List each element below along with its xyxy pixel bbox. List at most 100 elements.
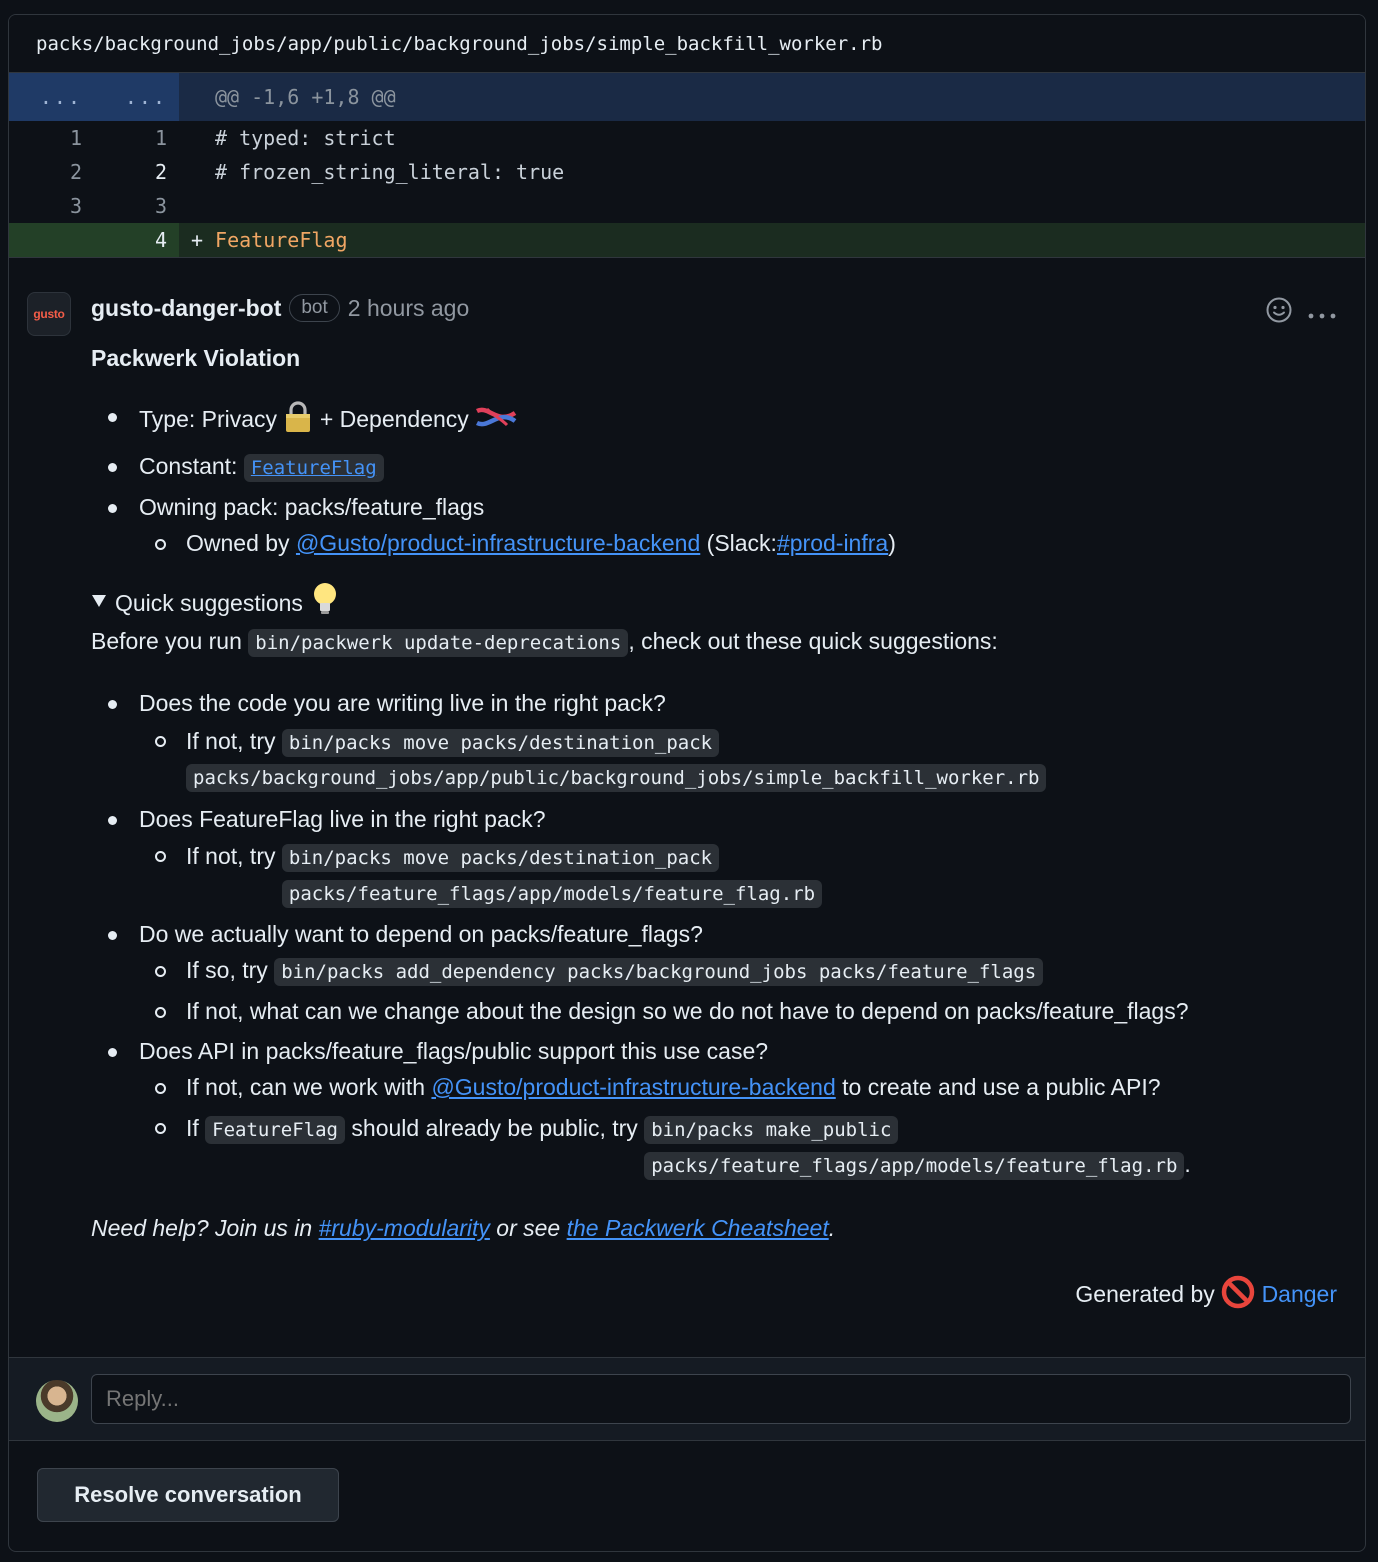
new-line-number[interactable]: 1 bbox=[94, 126, 179, 150]
suggestion-question: Does FeatureFlag live in the right pack? bbox=[139, 805, 546, 832]
list-item: If not, what can we change about the des… bbox=[155, 995, 1337, 1027]
hunk-expand-new[interactable]: ... bbox=[94, 73, 179, 121]
code-snippet: bin/packwerk update-deprecations bbox=[248, 629, 629, 658]
slack-suffix: ) bbox=[888, 529, 896, 556]
diff-line: 3 3 bbox=[9, 189, 1365, 223]
new-line-number[interactable]: 4 bbox=[94, 223, 179, 257]
knot-icon bbox=[475, 403, 517, 439]
quick-suggestions-title: Quick suggestions bbox=[115, 589, 303, 616]
code-snippet: bin/packs add_dependency packs/backgroun… bbox=[274, 958, 1044, 987]
before-prefix: Before you run bbox=[91, 628, 242, 655]
file-path-header[interactable]: packs/background_jobs/app/public/backgro… bbox=[9, 15, 1365, 73]
list-item: Type: Privacy + Dependency bbox=[108, 400, 1337, 442]
comment-header: gusto-danger-bot bot 2 hours ago bbox=[91, 294, 469, 322]
old-line-number[interactable]: 3 bbox=[9, 194, 94, 218]
list-item: Does the code you are writing live in th… bbox=[108, 687, 1337, 795]
suggestion-suffix: . bbox=[1184, 1150, 1191, 1177]
hunk-header: @@ -1,6 +1,8 @@ bbox=[215, 85, 396, 109]
suggestion-question: Do we actually want to depend on packs/f… bbox=[139, 921, 703, 948]
help-middle: or see bbox=[496, 1215, 561, 1242]
no-entry-icon bbox=[1221, 1275, 1255, 1317]
resolve-conversation-button[interactable]: Resolve conversation bbox=[37, 1468, 339, 1522]
triangle-down-icon bbox=[91, 590, 107, 615]
owning-pack: Owning pack: packs/feature_flags bbox=[139, 493, 485, 520]
comment-title: Packwerk Violation bbox=[91, 345, 301, 371]
old-line-number bbox=[9, 223, 94, 257]
list-item: If not, try bin/packs move packs/destina… bbox=[155, 839, 1337, 910]
suggestion-prefix: If so, try bbox=[186, 957, 268, 984]
help-prefix: Need help? Join us in bbox=[91, 1215, 313, 1242]
lightbulb-icon bbox=[311, 581, 339, 625]
old-line-number[interactable]: 2 bbox=[9, 160, 94, 184]
generated-by: Generated by Danger bbox=[91, 1275, 1337, 1317]
diff-line: 2 2 # frozen_string_literal: true bbox=[9, 155, 1365, 189]
diff-hunk-row[interactable]: ... ... @@ -1,6 +1,8 @@ bbox=[9, 73, 1365, 121]
hunk-expand-old[interactable]: ... bbox=[9, 73, 94, 121]
dependency-label: + Dependency bbox=[319, 406, 469, 433]
code-snippet: bin/packs move packs/destination_pack pa… bbox=[186, 728, 1047, 793]
code-snippet: FeatureFlag bbox=[205, 1116, 346, 1145]
danger-link[interactable]: Danger bbox=[1262, 1281, 1337, 1307]
suggestion-question: Does API in packs/feature_flags/public s… bbox=[139, 1037, 769, 1064]
list-item: Owned by @Gusto/product-infrastructure-b… bbox=[155, 527, 1337, 559]
quick-suggestions-toggle[interactable]: Quick suggestions bbox=[91, 581, 1337, 625]
before-suffix: , check out these quick suggestions: bbox=[628, 628, 998, 655]
list-item: If not, try bin/packs move packs/destina… bbox=[155, 724, 1337, 795]
list-item: Owning pack: packs/feature_flags Owned b… bbox=[108, 491, 1337, 559]
line-code: # frozen_string_literal: true bbox=[215, 160, 565, 184]
suggestion-question: Does the code you are writing live in th… bbox=[139, 690, 666, 717]
new-line-number[interactable]: 3 bbox=[94, 194, 179, 218]
line-code: + FeatureFlag bbox=[179, 228, 348, 252]
code-snippet: bin/packs make_public packs/feature_flag… bbox=[644, 1116, 1185, 1180]
before-run-text: Before you run bin/packwerk update-depre… bbox=[91, 625, 1337, 658]
new-line-number[interactable]: 2 bbox=[94, 160, 179, 184]
list-item: Constant: FeatureFlag bbox=[108, 450, 1337, 483]
slack-prefix: (Slack: bbox=[706, 529, 777, 556]
suggestion-middle: should already be public, try bbox=[351, 1115, 638, 1142]
reply-bar bbox=[9, 1357, 1365, 1441]
suggestions-list: Does the code you are writing live in th… bbox=[91, 687, 1337, 1182]
help-suffix: . bbox=[828, 1215, 836, 1242]
generated-prefix: Generated by bbox=[1075, 1280, 1215, 1307]
help-text: Need help? Join us in #ruby-modularity o… bbox=[91, 1212, 1337, 1244]
constant-link[interactable]: FeatureFlag bbox=[243, 454, 384, 483]
line-code: # typed: strict bbox=[215, 126, 396, 150]
suggestion-text: If not, what can we change about the des… bbox=[186, 997, 1189, 1024]
smiley-icon[interactable] bbox=[1265, 296, 1293, 331]
type-label: Type: Privacy bbox=[139, 406, 278, 433]
slack-channel-link[interactable]: #ruby-modularity bbox=[319, 1215, 490, 1241]
file-path[interactable]: packs/background_jobs/app/public/backgro… bbox=[36, 33, 882, 55]
old-line-number[interactable]: 1 bbox=[9, 126, 94, 150]
team-link[interactable]: @Gusto/product-infrastructure-backend bbox=[431, 1074, 835, 1100]
constant-label: Constant: bbox=[139, 453, 238, 480]
bot-avatar[interactable]: gusto bbox=[27, 292, 71, 336]
code-snippet: bin/packs move packs/destination_pack pa… bbox=[281, 843, 823, 908]
author-link[interactable]: gusto-danger-bot bbox=[91, 295, 281, 322]
list-item: If so, try bin/packs add_dependency pack… bbox=[155, 954, 1337, 987]
slack-channel-link[interactable]: #prod-infra bbox=[777, 530, 888, 556]
list-item: If FeatureFlag should already be public,… bbox=[155, 1111, 1337, 1182]
suggestion-prefix: If bbox=[186, 1115, 199, 1142]
list-item: Does API in packs/feature_flags/public s… bbox=[108, 1035, 1337, 1183]
diff-line: 1 1 # typed: strict bbox=[9, 121, 1365, 155]
suggestion-prefix: If not, try bbox=[186, 842, 276, 869]
review-thread: packs/background_jobs/app/public/backgro… bbox=[8, 14, 1366, 1552]
comment-actions bbox=[1265, 296, 1337, 331]
kebab-menu-icon[interactable] bbox=[1307, 300, 1337, 328]
list-item: If not, can we work with @Gusto/product-… bbox=[155, 1071, 1337, 1103]
team-link[interactable]: @Gusto/product-infrastructure-backend bbox=[296, 530, 700, 556]
comment-body: Packwerk Violation Type: Privacy + Depen… bbox=[91, 342, 1337, 1317]
comment: gusto gusto-danger-bot bot 2 hours ago P… bbox=[9, 257, 1365, 1308]
lock-icon bbox=[283, 400, 313, 442]
timestamp[interactable]: 2 hours ago bbox=[348, 295, 469, 322]
suggestion-prefix: If not, can we work with bbox=[186, 1074, 426, 1100]
list-item: Do we actually want to depend on packs/f… bbox=[108, 918, 1337, 1027]
bot-badge: bot bbox=[289, 294, 340, 322]
added-marker: + bbox=[191, 228, 204, 252]
cheatsheet-link[interactable]: the Packwerk Cheatsheet bbox=[567, 1215, 829, 1241]
suggestion-suffix: to create and use a public API? bbox=[842, 1074, 1161, 1100]
added-code: FeatureFlag bbox=[215, 228, 348, 252]
list-item: Does FeatureFlag live in the right pack?… bbox=[108, 803, 1337, 910]
reply-input[interactable] bbox=[91, 1374, 1351, 1424]
user-avatar[interactable] bbox=[36, 1380, 78, 1422]
